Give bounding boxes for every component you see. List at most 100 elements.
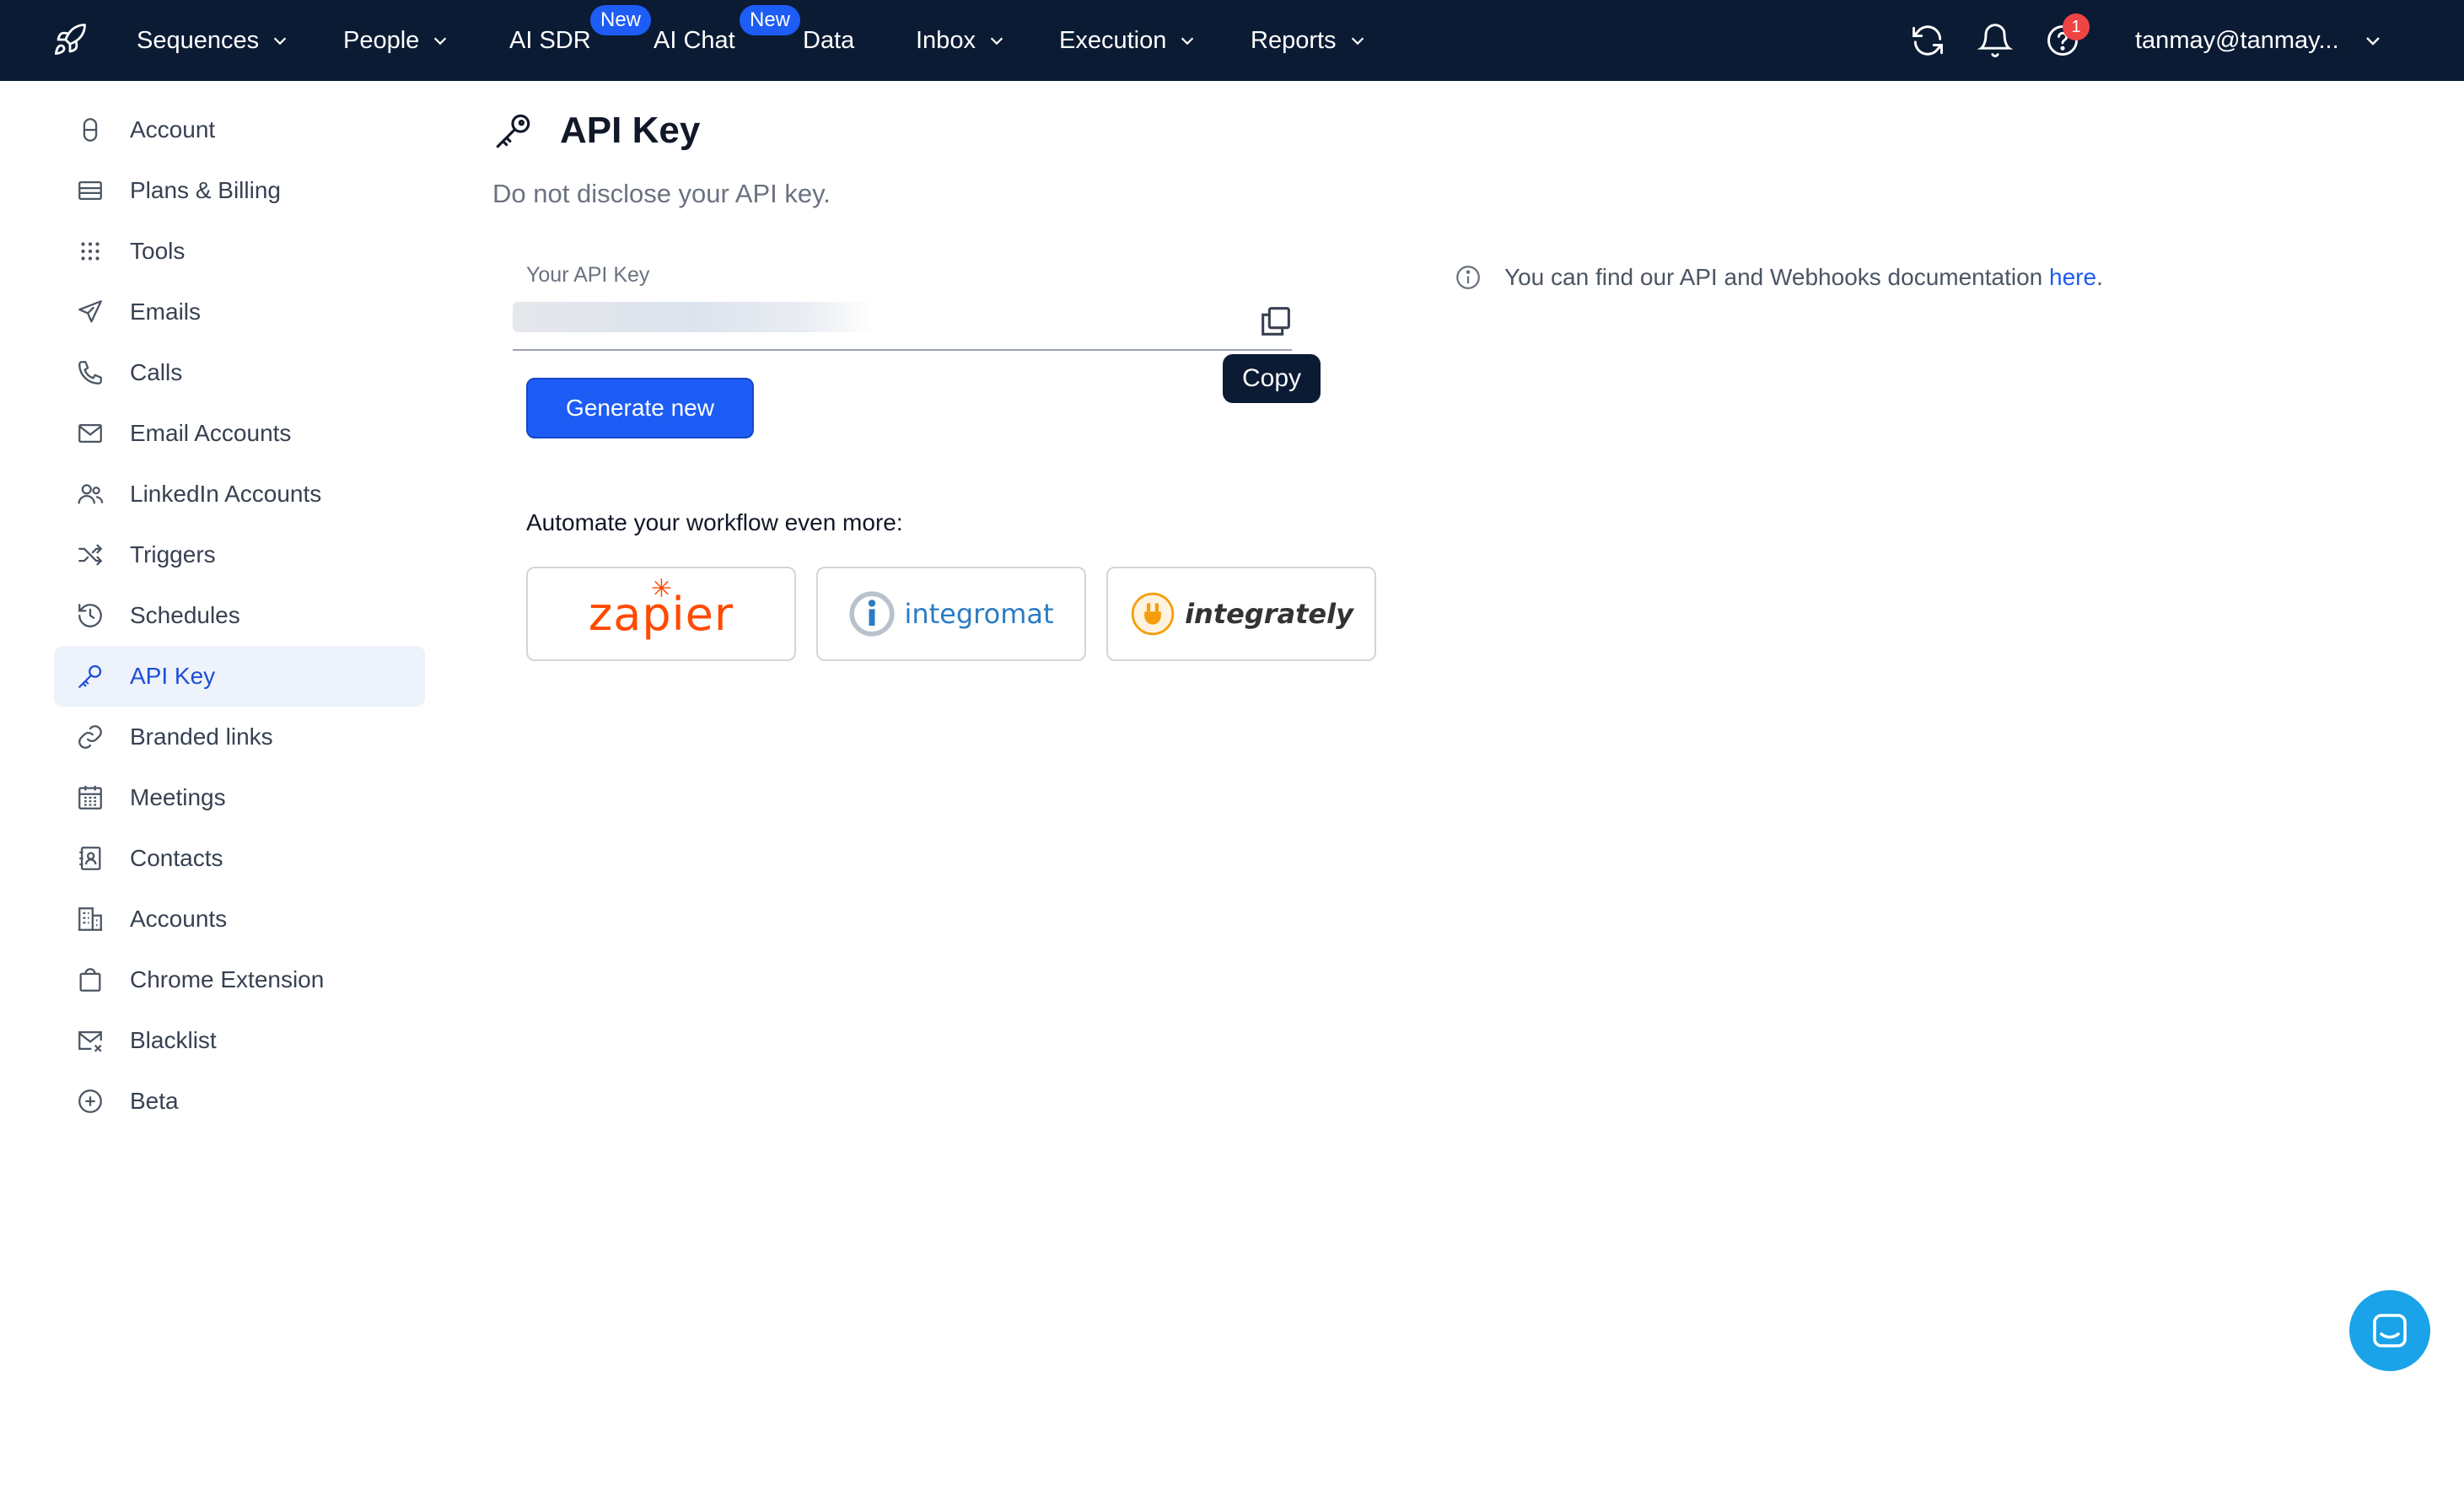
phone-icon bbox=[78, 361, 102, 385]
nav-people[interactable]: People bbox=[343, 0, 449, 81]
new-badge: New bbox=[740, 5, 801, 35]
integromat-logo-icon bbox=[849, 591, 896, 637]
sidebar-item-linkedin-accounts[interactable]: LinkedIn Accounts bbox=[54, 464, 425, 524]
sidebar-item-label: Accounts bbox=[130, 906, 228, 932]
sidebar-item-label: Account bbox=[130, 116, 216, 143]
nav-data[interactable]: Data bbox=[803, 0, 854, 81]
sidebar-item-meetings[interactable]: Meetings bbox=[54, 767, 425, 828]
top-navigation: Sequences People AI SDR New AI Chat New … bbox=[0, 0, 2464, 81]
nav-label: Sequences bbox=[137, 26, 260, 54]
calendar-icon bbox=[78, 785, 102, 809]
sidebar-item-accounts[interactable]: Accounts bbox=[54, 889, 425, 949]
shopping-bag-icon bbox=[79, 968, 101, 992]
contact-book-icon bbox=[79, 847, 101, 870]
key-icon bbox=[496, 114, 530, 148]
sidebar-item-calls[interactable]: Calls bbox=[54, 342, 425, 403]
sidebar-item-label: Tools bbox=[130, 238, 186, 264]
chevron-down-icon bbox=[1351, 37, 1364, 46]
sidebar-item-email-accounts[interactable]: Email Accounts bbox=[54, 403, 425, 464]
new-badge: New bbox=[590, 5, 652, 35]
nav-label: Reports bbox=[1251, 26, 1337, 54]
nav-sequences[interactable]: Sequences bbox=[137, 0, 289, 81]
sidebar-item-beta[interactable]: Beta bbox=[54, 1071, 425, 1132]
sidebar-item-label: Schedules bbox=[130, 602, 240, 628]
building-icon bbox=[78, 907, 103, 931]
credit-card-icon bbox=[78, 180, 102, 201]
generate-new-button[interactable]: Generate new bbox=[526, 378, 754, 438]
grid-dots-icon bbox=[81, 242, 100, 261]
rocket-logo-icon[interactable] bbox=[52, 22, 88, 57]
doc-note-text: You can find our API and Webhooks docume… bbox=[1504, 264, 2050, 290]
user-email: tanmay@tanmay... bbox=[2135, 26, 2339, 54]
copy-tooltip: Copy bbox=[1223, 354, 1321, 403]
sidebar-item-label: API Key bbox=[130, 663, 216, 689]
zapier-logo: zapier ✳ bbox=[588, 573, 734, 641]
sidebar-item-plans-billing[interactable]: Plans & Billing bbox=[54, 160, 425, 221]
sidebar-item-label: Blacklist bbox=[130, 1027, 217, 1053]
sidebar-item-label: Emails bbox=[130, 299, 202, 325]
chevron-down-icon bbox=[2365, 37, 2380, 46]
sidebar-item-triggers[interactable]: Triggers bbox=[54, 524, 425, 585]
doc-note-end: . bbox=[2096, 264, 2103, 290]
sidebar-item-label: Contacts bbox=[130, 845, 223, 871]
chevron-down-icon bbox=[1181, 37, 1194, 46]
nav-label: Execution bbox=[1059, 26, 1167, 54]
integromat-card[interactable]: integromat bbox=[816, 567, 1086, 661]
user-menu[interactable]: tanmay@tanmay... bbox=[2135, 0, 2383, 81]
sidebar-item-branded-links[interactable]: Branded links bbox=[54, 707, 425, 767]
documentation-link[interactable]: here bbox=[2049, 264, 2096, 290]
key-icon bbox=[78, 664, 102, 688]
chat-icon bbox=[2373, 1314, 2407, 1347]
sidebar-item-api-key[interactable]: API Key bbox=[54, 646, 425, 707]
lock-icon bbox=[83, 118, 98, 142]
sidebar-item-label: Email Accounts bbox=[130, 420, 292, 446]
zapier-card[interactable]: zapier ✳ bbox=[526, 567, 796, 661]
integromat-logo: integromat bbox=[904, 598, 1054, 630]
nav-reports[interactable]: Reports bbox=[1251, 0, 1367, 81]
sidebar-item-label: Beta bbox=[130, 1088, 179, 1114]
notification-badge: 1 bbox=[2063, 13, 2090, 40]
nav-ai-sdr[interactable]: AI SDR bbox=[509, 0, 591, 81]
sidebar-item-label: Branded links bbox=[130, 723, 273, 750]
nav-label: Data bbox=[803, 26, 855, 54]
nav-label: AI Chat bbox=[654, 26, 735, 54]
page-subtitle: Do not disclose your API key. bbox=[492, 179, 831, 208]
integrately-card[interactable]: integrately bbox=[1106, 567, 1376, 661]
nav-inbox[interactable]: Inbox bbox=[916, 0, 1006, 81]
api-key-value-masked bbox=[513, 302, 875, 332]
link-icon bbox=[78, 725, 102, 749]
nav-ai-chat[interactable]: AI Chat bbox=[654, 0, 735, 81]
copy-icon[interactable] bbox=[1256, 302, 1295, 341]
sidebar-item-label: Chrome Extension bbox=[130, 966, 325, 992]
nav-label: People bbox=[343, 26, 420, 54]
chevron-down-icon bbox=[273, 37, 287, 46]
plus-circle-icon bbox=[78, 1089, 102, 1113]
send-icon bbox=[78, 300, 102, 323]
info-icon bbox=[1456, 266, 1480, 289]
chevron-down-icon bbox=[434, 37, 447, 46]
sidebar-item-label: LinkedIn Accounts bbox=[130, 481, 322, 507]
bell-icon[interactable] bbox=[1977, 22, 2014, 59]
chat-launcher-button[interactable] bbox=[2349, 1290, 2430, 1371]
integrately-logo: integrately bbox=[1185, 598, 1353, 630]
documentation-text: You can find our API and Webhooks docume… bbox=[1504, 264, 2103, 291]
refresh-icon[interactable] bbox=[1909, 22, 1946, 59]
sidebar-item-blacklist[interactable]: Blacklist bbox=[54, 1010, 425, 1071]
sidebar-item-contacts[interactable]: Contacts bbox=[54, 828, 425, 889]
page-header: API Key bbox=[492, 110, 700, 152]
nav-execution[interactable]: Execution bbox=[1059, 0, 1197, 81]
sidebar-item-label: Plans & Billing bbox=[130, 177, 281, 203]
integrately-logo-icon bbox=[1131, 592, 1175, 636]
sidebar-item-emails[interactable]: Emails bbox=[54, 282, 425, 342]
history-icon bbox=[78, 604, 102, 627]
sidebar-item-label: Triggers bbox=[130, 541, 216, 567]
nav-label: AI SDR bbox=[509, 26, 591, 54]
mail-icon bbox=[78, 423, 102, 444]
documentation-note: You can find our API and Webhooks docume… bbox=[1454, 263, 2103, 292]
api-key-field[interactable] bbox=[513, 295, 1292, 351]
users-icon bbox=[78, 484, 104, 504]
sidebar-item-account[interactable]: Account bbox=[54, 100, 425, 160]
sidebar-item-tools[interactable]: Tools bbox=[54, 221, 425, 282]
sidebar-item-schedules[interactable]: Schedules bbox=[54, 585, 425, 646]
sidebar-item-chrome-extension[interactable]: Chrome Extension bbox=[54, 949, 425, 1010]
